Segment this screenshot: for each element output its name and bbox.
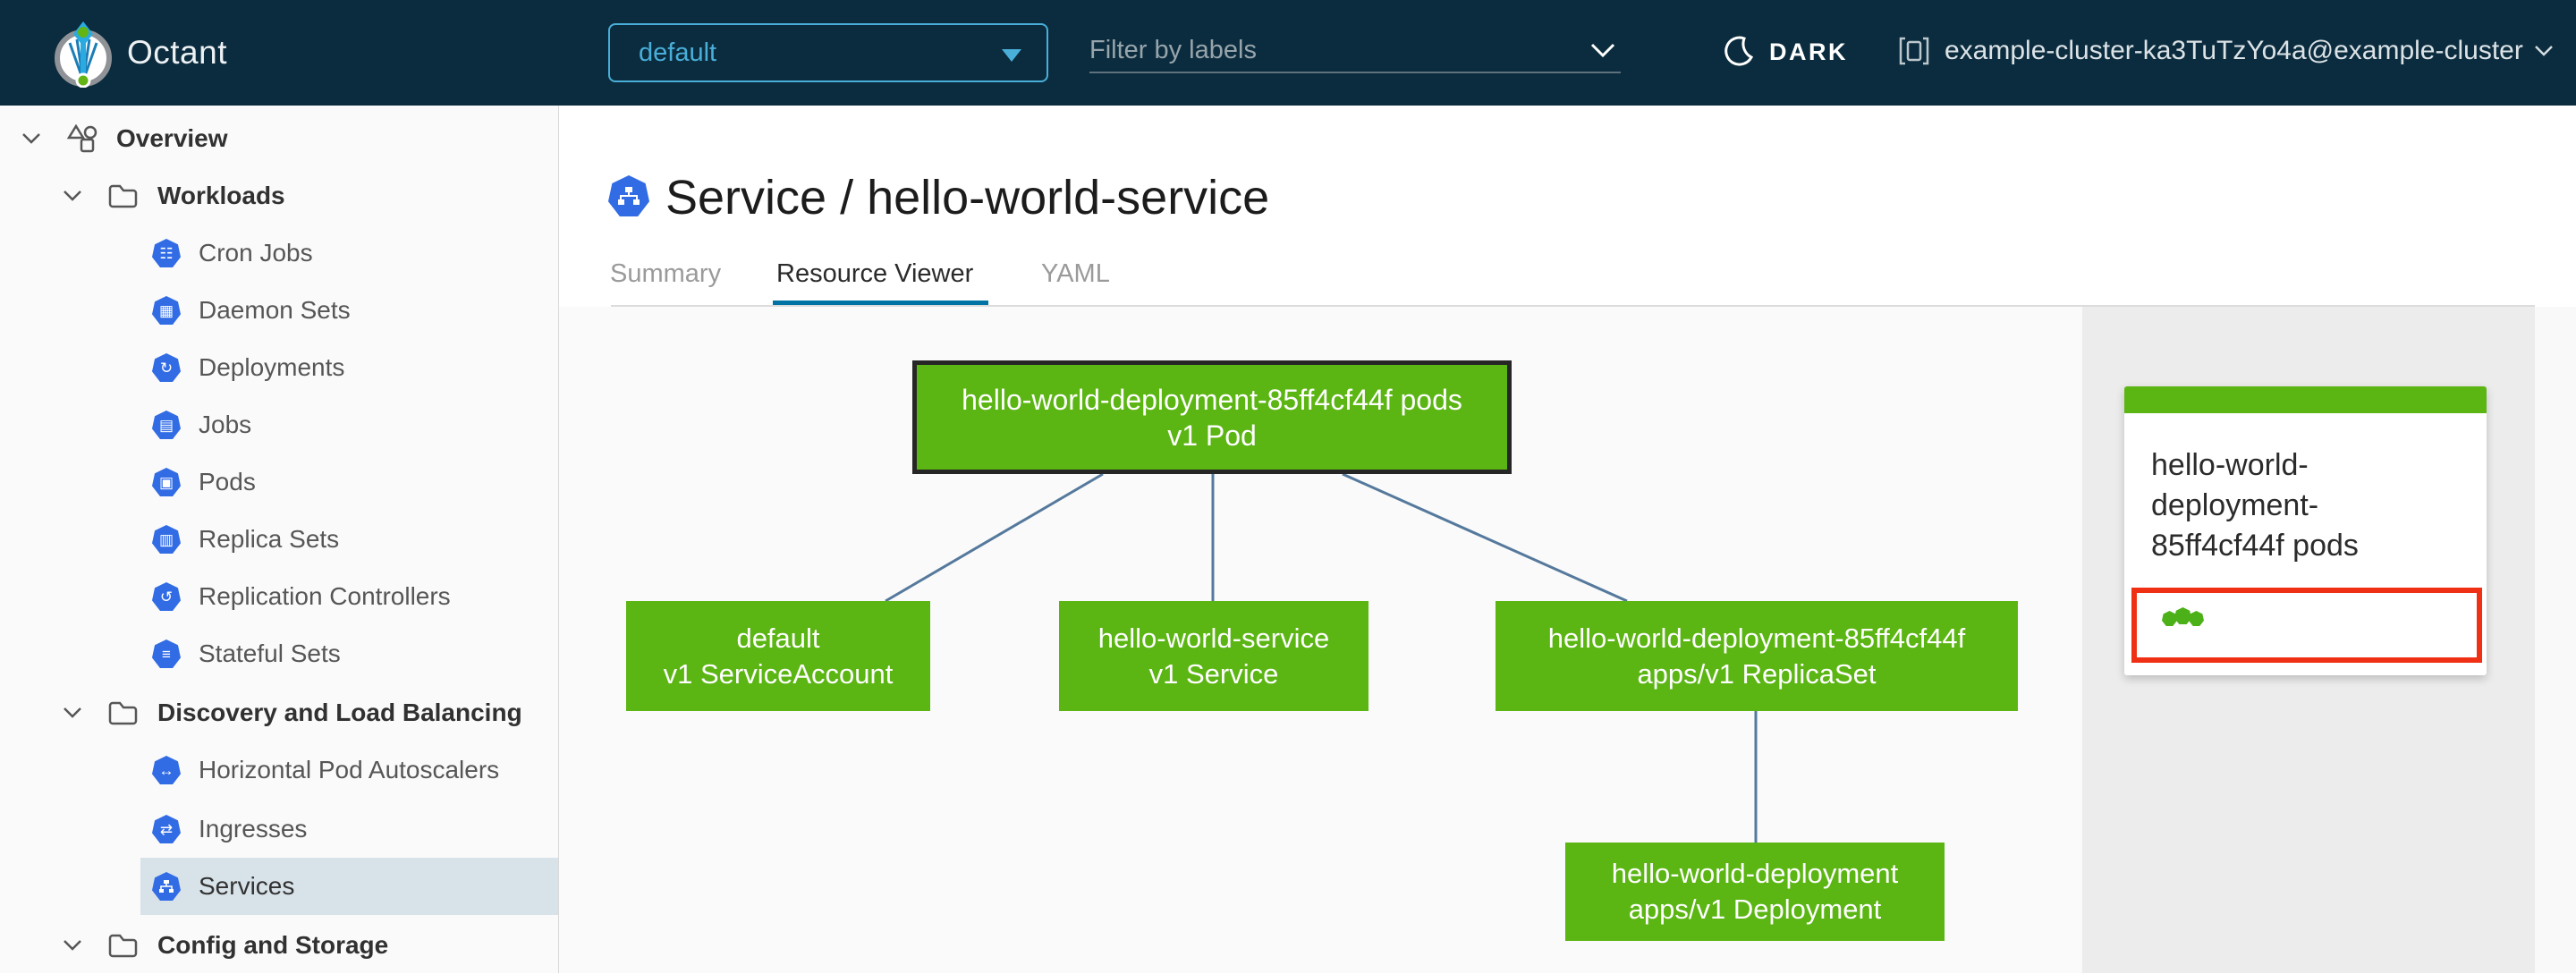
sidebar-nav: Overview Workloads ☷ Cron Jobs ▦ Daemon … — [0, 106, 559, 973]
graph-node-pod[interactable]: hello-world-deployment-85ff4cf44f pods v… — [912, 360, 1512, 474]
node-kind: apps/v1 Deployment — [1628, 894, 1882, 925]
chevron-down-icon[interactable] — [63, 939, 82, 952]
services-icon — [152, 872, 181, 901]
dropdown-caret-icon — [1002, 49, 1021, 62]
node-name: hello-world-deployment-85ff4cf44f — [1547, 622, 1966, 654]
graph-node-deployment[interactable]: hello-world-deployment apps/v1 Deploymen… — [1565, 843, 1945, 941]
filter-input-underline — [1089, 72, 1621, 73]
sidebar-item-daemon-sets[interactable]: ▦ Daemon Sets — [140, 282, 558, 339]
sidebar-item-discovery-load-balancing[interactable]: Discovery and Load Balancing — [0, 684, 558, 741]
pod-ok-dot-icon[interactable] — [2174, 607, 2191, 624]
pod-status-highlight-box[interactable] — [2131, 588, 2482, 663]
sidebar-item-label: Stateful Sets — [199, 639, 341, 667]
sidebar-item-label: Deployments — [199, 353, 345, 381]
replica-sets-icon: ▥ — [152, 525, 181, 554]
namespace-dropdown[interactable]: default — [608, 23, 1048, 82]
resource-graph-canvas[interactable]: hello-world-deployment-85ff4cf44f pods v… — [559, 307, 2082, 973]
page-title: Service / hello-world-service — [665, 171, 1270, 224]
sidebar-item-replica-sets[interactable]: ▥ Replica Sets — [140, 511, 558, 568]
node-kind: apps/v1 ReplicaSet — [1637, 657, 1877, 690]
namespace-selected-value: default — [639, 38, 717, 67]
sidebar-item-label: Overview — [116, 124, 228, 152]
filter-labels-input[interactable]: Filter by labels — [1089, 36, 1257, 65]
ingresses-icon: ⇄ — [152, 815, 181, 843]
sidebar-item-ingresses[interactable]: ⇄ Ingresses — [140, 800, 558, 858]
sidebar-item-jobs[interactable]: ▤ Jobs — [140, 396, 558, 453]
cluster-icon — [1898, 36, 1930, 66]
tab-summary[interactable]: Summary — [610, 259, 721, 289]
sidebar-item-pods[interactable]: ▣ Pods — [140, 453, 558, 511]
node-name: default — [736, 622, 820, 654]
selected-node-card: hello-world-deployment-85ff4cf44f pods — [2124, 386, 2487, 675]
sidebar-item-deployments[interactable]: ↻ Deployments — [140, 339, 558, 396]
app-title: Octant — [127, 34, 227, 71]
tab-yaml[interactable]: YAML — [1041, 259, 1110, 289]
folder-icon — [108, 184, 138, 208]
sidebar-item-label: Pods — [199, 468, 256, 495]
node-detail-panel: hello-world-deployment-85ff4cf44f pods — [2082, 307, 2576, 973]
cluster-context-selector[interactable]: example-cluster-ka3TuTzYo4a@example-clus… — [1898, 36, 2554, 66]
node-kind: v1 ServiceAccount — [663, 657, 894, 690]
theme-toggle-label: DARK — [1769, 38, 1848, 65]
tab-resource-viewer[interactable]: Resource Viewer — [776, 259, 973, 289]
sidebar-item-label: Config and Storage — [157, 931, 389, 959]
chevron-down-icon[interactable] — [21, 132, 41, 145]
sidebar-item-workloads[interactable]: Workloads — [0, 167, 558, 224]
graph-node-service[interactable]: hello-world-service v1 Service — [1059, 601, 1368, 711]
folder-icon — [108, 701, 138, 725]
cluster-context-label: example-cluster-ka3TuTzYo4a@example-clus… — [1945, 36, 2523, 65]
sidebar-item-label: Daemon Sets — [199, 296, 351, 324]
sidebar-item-horizontal-pod-autoscalers[interactable]: ↔ Horizontal Pod Autoscalers — [140, 741, 558, 799]
sidebar-item-label: Ingresses — [199, 815, 308, 843]
deployments-icon: ↻ — [152, 353, 181, 382]
replication-controllers-icon: ↺ — [152, 582, 181, 611]
sidebar-item-services[interactable]: Services — [140, 858, 558, 915]
sidebar-item-stateful-sets[interactable]: ≡ Stateful Sets — [140, 625, 558, 682]
cron-jobs-icon: ☷ — [152, 239, 181, 267]
app-header: Octant default Filter by labels DARK exa… — [0, 0, 2576, 106]
node-name: hello-world-deployment — [1611, 858, 1899, 889]
card-title: hello-world-deployment-85ff4cf44f pods — [2151, 448, 2359, 563]
node-name: hello-world-deployment-85ff4cf44f pods — [962, 383, 1462, 416]
sidebar-item-label: Replica Sets — [199, 525, 340, 553]
graph-node-serviceaccount[interactable]: default v1 ServiceAccount — [626, 601, 930, 711]
daemon-sets-icon: ▦ — [152, 296, 181, 325]
sidebar-item-label: Services — [199, 872, 295, 900]
horizontal-pod-autoscalers-icon: ↔ — [152, 756, 181, 784]
node-kind: v1 Service — [1148, 657, 1279, 690]
jobs-icon: ▤ — [152, 411, 181, 439]
sidebar-item-config-and-storage[interactable]: Config and Storage — [0, 917, 558, 974]
cluster-chevron-down-icon — [2534, 46, 2553, 56]
pod-ok-dot-icon[interactable] — [2189, 611, 2204, 626]
sidebar-item-label: Workloads — [157, 182, 285, 209]
sidebar-item-label: Horizontal Pod Autoscalers — [199, 756, 500, 783]
moon-icon — [1724, 36, 1755, 68]
theme-toggle-button[interactable]: DARK — [1724, 36, 1848, 68]
graph-node-replicaset[interactable]: hello-world-deployment-85ff4cf44f apps/v… — [1496, 601, 2018, 711]
filter-chevron-down-icon[interactable] — [1590, 43, 1615, 59]
node-kind: v1 Pod — [1167, 419, 1257, 452]
sidebar-item-label: Cron Jobs — [199, 239, 313, 267]
stateful-sets-icon: ≡ — [152, 639, 181, 668]
card-status-bar — [2124, 386, 2487, 413]
sidebar-item-cron-jobs[interactable]: ☷ Cron Jobs — [140, 224, 558, 282]
sidebar-item-replication-controllers[interactable]: ↺ Replication Controllers — [140, 568, 558, 625]
panel-scrollbar-track[interactable] — [2535, 307, 2576, 973]
node-name: hello-world-service — [1097, 622, 1330, 654]
folder-icon — [108, 934, 138, 958]
sidebar-item-label: Jobs — [199, 411, 252, 438]
pod-status-dots — [2162, 607, 2204, 628]
sidebar-item-label: Replication Controllers — [199, 582, 451, 610]
chevron-down-icon[interactable] — [63, 190, 82, 202]
chevron-down-icon[interactable] — [63, 707, 82, 719]
octant-logo-icon — [48, 18, 118, 88]
overview-objects-icon — [66, 124, 97, 153]
sidebar-item-overview[interactable]: Overview — [0, 110, 558, 167]
pods-icon: ▣ — [152, 468, 181, 496]
sidebar-item-label: Discovery and Load Balancing — [157, 699, 522, 726]
